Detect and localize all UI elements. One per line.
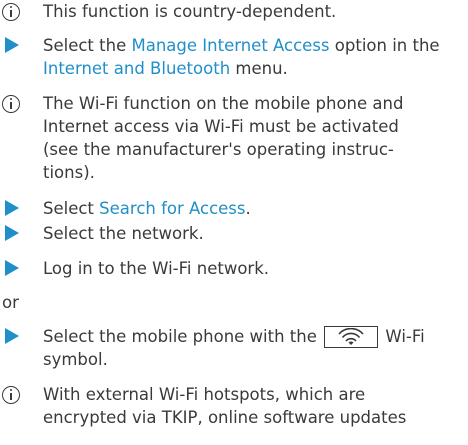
- info-icon: [2, 3, 20, 21]
- arrow-icon: [5, 260, 19, 276]
- note-line: encrypted via TKIP, online software upda…: [43, 408, 407, 427]
- search-for-access-link[interactable]: Search for Access: [99, 199, 245, 218]
- arrow-icon: [5, 200, 19, 216]
- step-text: Select Search for Access.: [43, 197, 464, 220]
- manage-internet-access-link[interactable]: Manage Internet Access: [131, 36, 329, 55]
- arrow-icon: [5, 328, 19, 344]
- note-line: tions).: [43, 163, 95, 182]
- step-text-pre: Select the mobile phone with the: [43, 327, 317, 346]
- step-text-post: Wi-Fi: [385, 327, 425, 346]
- arrow-icon: [5, 225, 19, 241]
- arrow-icon: [5, 37, 19, 53]
- note-line: (see the manufacturer's operating instru…: [43, 140, 394, 159]
- note-line: Internet access via Wi-Fi must be activa…: [43, 117, 399, 136]
- info-icon: [2, 95, 20, 113]
- step-text: Select the Manage Internet Access option…: [43, 34, 464, 80]
- note-text: This function is country-dependent.: [43, 2, 337, 21]
- step-text-pre: Select: [43, 199, 100, 218]
- or-label: or: [2, 293, 19, 312]
- info-icon: [2, 386, 20, 404]
- step-text-post: menu.: [230, 59, 288, 78]
- step-text-pre: Select the: [43, 36, 132, 55]
- step-text: Select the mobile phone with the Wi-Fi s…: [43, 325, 464, 371]
- step-text-post: .: [245, 199, 251, 218]
- wifi-icon: [324, 326, 379, 348]
- note-line: With external Wi-Fi hotspots, which are: [43, 385, 366, 404]
- note-text: The Wi-Fi function on the mobile phone a…: [43, 92, 464, 184]
- step-text: Select the network.: [43, 224, 204, 243]
- note-text: With external Wi-Fi hotspots, which are …: [43, 383, 464, 429]
- step-text-line2: symbol.: [43, 350, 108, 369]
- internet-bluetooth-link[interactable]: Internet and Bluetooth: [43, 59, 230, 78]
- note-line: The Wi-Fi function on the mobile phone a…: [43, 94, 404, 113]
- step-text-mid: option in the: [329, 36, 440, 55]
- step-text: Log in to the Wi-Fi network.: [43, 259, 269, 278]
